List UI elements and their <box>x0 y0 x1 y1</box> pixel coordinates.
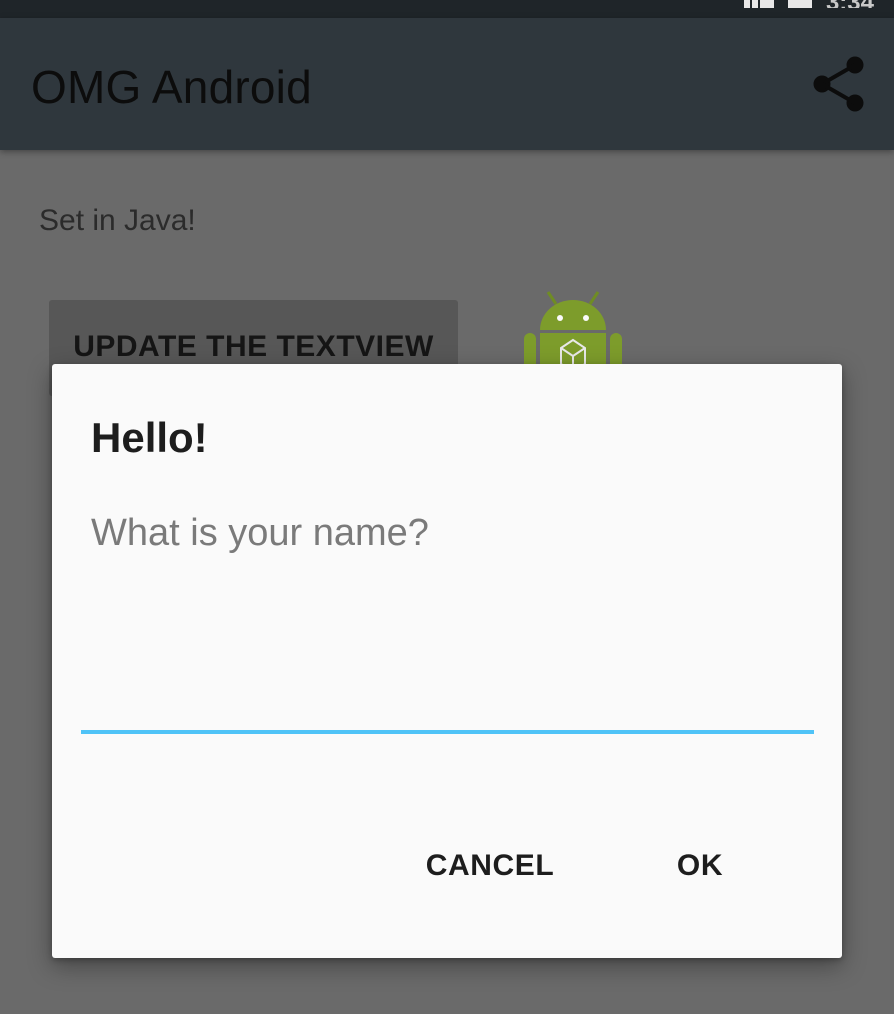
cancel-button[interactable]: CANCEL <box>408 832 572 900</box>
signal-icon <box>743 0 774 8</box>
battery-icon <box>787 0 812 8</box>
name-dialog: Hello! What is your name? CANCEL OK <box>52 364 842 958</box>
app-title: OMG Android <box>31 61 312 113</box>
main-textview: Set in Java! <box>39 204 196 237</box>
share-button[interactable] <box>808 52 872 116</box>
status-clock: 3:34 <box>826 0 874 8</box>
status-icons: 3:34 <box>743 0 894 10</box>
ok-button[interactable]: OK <box>656 832 744 900</box>
dialog-message: What is your name? <box>91 512 429 554</box>
status-bar: 3:34 <box>0 0 894 18</box>
app-bar: OMG Android <box>0 18 894 150</box>
name-input[interactable] <box>81 664 814 734</box>
share-icon <box>813 56 864 112</box>
dialog-title: Hello! <box>91 414 208 461</box>
